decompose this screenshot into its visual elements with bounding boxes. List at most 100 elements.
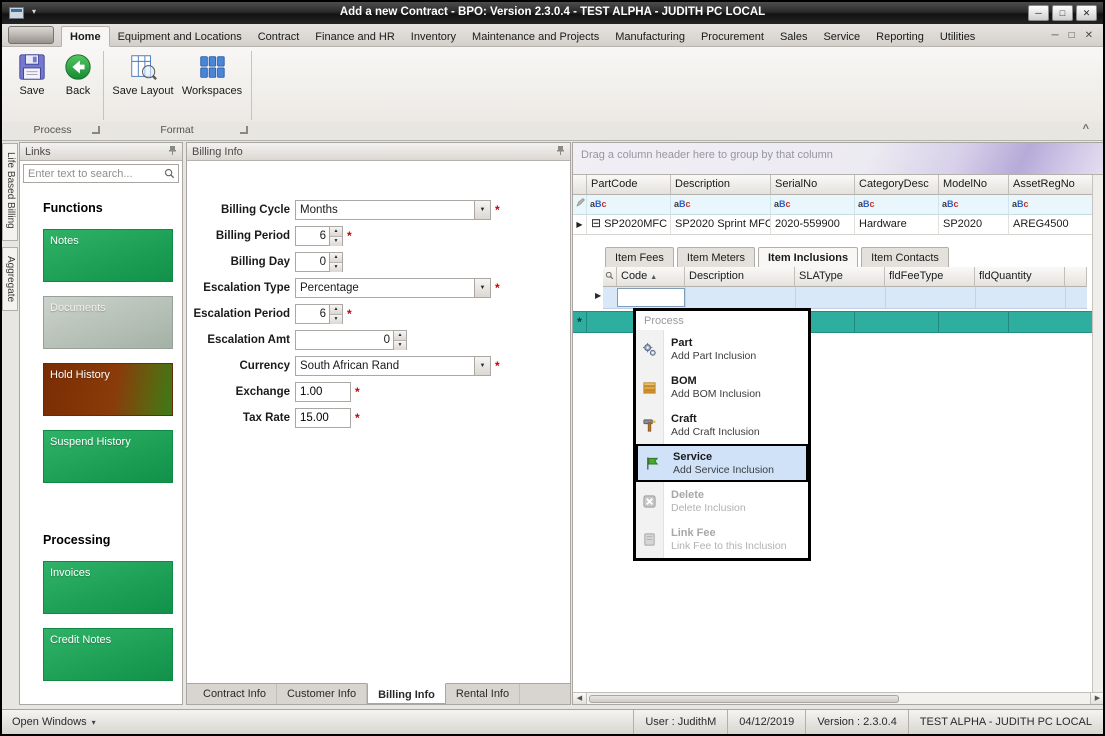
close-button[interactable]: ✕ bbox=[1076, 5, 1097, 21]
collapse-detail-icon[interactable]: ⊟ bbox=[591, 216, 601, 230]
column-header-categorydesc[interactable]: CategoryDesc bbox=[855, 175, 939, 195]
window-icon[interactable] bbox=[9, 7, 24, 22]
tile-invoices[interactable]: Invoices bbox=[43, 561, 173, 614]
ribbon-tab-contract[interactable]: Contract bbox=[250, 27, 308, 46]
grid-data-row[interactable]: ▶ ⊟SP2020MFC SP2020 Sprint MFC 2020-5599… bbox=[573, 215, 1093, 235]
detail-column-description[interactable]: Description bbox=[685, 267, 795, 287]
spinner-down-icon[interactable]: ▼ bbox=[330, 236, 342, 246]
format-dialog-launcher-icon[interactable] bbox=[240, 126, 248, 134]
maximize-button[interactable]: □ bbox=[1052, 5, 1073, 21]
tile-hold-history[interactable]: Hold History bbox=[43, 363, 173, 416]
tab-contract-info[interactable]: Contract Info bbox=[193, 684, 277, 704]
ribbon-tab-finance-and-hr[interactable]: Finance and HR bbox=[307, 27, 403, 46]
child-close-icon[interactable]: ✕ bbox=[1085, 30, 1093, 41]
dropdown-arrow-icon[interactable]: ▼ bbox=[474, 201, 490, 219]
column-header-modelno[interactable]: ModelNo bbox=[939, 175, 1009, 195]
detail-column-fldfeetype[interactable]: fldFeeType bbox=[885, 267, 975, 287]
billing-period-spinner[interactable]: 6 ▲▼ bbox=[295, 226, 343, 246]
cell-description[interactable]: SP2020 Sprint MFC bbox=[671, 215, 771, 235]
column-header-partcode[interactable]: PartCode bbox=[587, 175, 671, 195]
detail-tab-item-contacts[interactable]: Item Contacts bbox=[861, 247, 949, 268]
detail-tab-item-inclusions[interactable]: Item Inclusions bbox=[758, 247, 858, 268]
pin-icon[interactable] bbox=[168, 145, 177, 159]
application-button[interactable] bbox=[8, 26, 54, 44]
spinner-up-icon[interactable]: ▲ bbox=[394, 331, 406, 340]
ribbon-tab-home[interactable]: Home bbox=[61, 26, 110, 47]
back-button[interactable]: Back bbox=[56, 52, 100, 97]
detail-column-fldquantity[interactable]: fldQuantity bbox=[975, 267, 1065, 287]
spinner-up-icon[interactable]: ▲ bbox=[330, 253, 342, 262]
open-windows-dropdown[interactable]: Open Windows ▾ bbox=[2, 716, 106, 728]
process-dialog-launcher-icon[interactable] bbox=[92, 126, 100, 134]
spinner-up-icon[interactable]: ▲ bbox=[330, 227, 342, 236]
detail-code-editor[interactable] bbox=[617, 288, 685, 307]
filter-cell-categorydesc[interactable]: aBc bbox=[855, 195, 939, 215]
filter-cell-modelno[interactable]: aBc bbox=[939, 195, 1009, 215]
column-header-serialno[interactable]: SerialNo bbox=[771, 175, 855, 195]
group-by-drop-area[interactable]: Drag a column header here to group by th… bbox=[573, 143, 1104, 175]
tile-suspend-history[interactable]: Suspend History bbox=[43, 430, 173, 483]
menu-item-part[interactable]: PartAdd Part Inclusion bbox=[636, 330, 808, 368]
detail-column-code[interactable]: Code▲ bbox=[617, 267, 685, 287]
tab-rental-info[interactable]: Rental Info bbox=[446, 684, 520, 704]
detail-tab-item-fees[interactable]: Item Fees bbox=[605, 247, 674, 268]
minimize-button[interactable]: ─ bbox=[1028, 5, 1049, 21]
tile-documents[interactable]: Documents bbox=[43, 296, 173, 349]
ribbon-collapse-icon[interactable]: ^ bbox=[1083, 123, 1089, 135]
append-cell[interactable] bbox=[855, 312, 939, 332]
spinner-down-icon[interactable]: ▼ bbox=[394, 340, 406, 350]
tab-customer-info[interactable]: Customer Info bbox=[277, 684, 367, 704]
cell-serialno[interactable]: 2020-559900 bbox=[771, 215, 855, 235]
ribbon-tab-inventory[interactable]: Inventory bbox=[403, 27, 464, 46]
filter-cell-partcode[interactable]: aBc bbox=[587, 195, 671, 215]
search-icon[interactable] bbox=[164, 168, 175, 179]
sidebar-tab-aggregate[interactable]: Aggregate bbox=[2, 247, 18, 311]
scroll-left-icon[interactable]: ◀ bbox=[573, 693, 587, 704]
ribbon-tab-procurement[interactable]: Procurement bbox=[693, 27, 772, 46]
dropdown-arrow-icon[interactable]: ▼ bbox=[474, 357, 490, 375]
column-header-assetregno[interactable]: AssetRegNo bbox=[1009, 175, 1093, 195]
billing-day-spinner[interactable]: 0 ▲▼ bbox=[295, 252, 343, 272]
child-minimize-icon[interactable]: ─ bbox=[1051, 30, 1058, 41]
spinner-down-icon[interactable]: ▼ bbox=[330, 262, 342, 272]
currency-dropdown[interactable]: South African Rand ▼ bbox=[295, 356, 491, 376]
filter-cell-description[interactable]: aBc bbox=[671, 195, 771, 215]
ribbon-tab-manufacturing[interactable]: Manufacturing bbox=[607, 27, 693, 46]
scroll-right-icon[interactable]: ▶ bbox=[1090, 693, 1104, 704]
cell-partcode[interactable]: ⊟SP2020MFC bbox=[587, 215, 671, 235]
detail-tab-item-meters[interactable]: Item Meters bbox=[677, 247, 755, 268]
scrollbar-thumb[interactable] bbox=[589, 695, 899, 703]
filter-cell-serialno[interactable]: aBc bbox=[771, 195, 855, 215]
exchange-input[interactable] bbox=[295, 382, 351, 402]
append-cell[interactable] bbox=[1009, 312, 1093, 332]
append-cell[interactable] bbox=[939, 312, 1009, 332]
column-header-description[interactable]: Description bbox=[671, 175, 771, 195]
ribbon-tab-service[interactable]: Service bbox=[815, 27, 868, 46]
search-input[interactable] bbox=[24, 168, 164, 180]
ribbon-tab-utilities[interactable]: Utilities bbox=[932, 27, 983, 46]
detail-new-row[interactable] bbox=[603, 287, 1087, 309]
menu-item-service[interactable]: ServiceAdd Service Inclusion bbox=[636, 444, 808, 482]
workspaces-button[interactable]: Workspaces bbox=[180, 52, 244, 97]
grid-horizontal-scrollbar[interactable]: ◀ ▶ bbox=[573, 692, 1104, 704]
cell-categorydesc[interactable]: Hardware bbox=[855, 215, 939, 235]
menu-item-craft[interactable]: CraftAdd Craft Inclusion bbox=[636, 406, 808, 444]
ribbon-tab-reporting[interactable]: Reporting bbox=[868, 27, 932, 46]
menu-item-bom[interactable]: BOMAdd BOM Inclusion bbox=[636, 368, 808, 406]
titlebar-caret-icon[interactable]: ▾ bbox=[32, 7, 36, 16]
tab-billing-info[interactable]: Billing Info bbox=[367, 683, 446, 704]
ribbon-tab-sales[interactable]: Sales bbox=[772, 27, 816, 46]
save-layout-button[interactable]: Save Layout bbox=[110, 52, 176, 97]
pin-icon[interactable] bbox=[556, 145, 565, 159]
escalation-period-spinner[interactable]: 6 ▲▼ bbox=[295, 304, 343, 324]
sidebar-tab-life-based-billing[interactable]: Life Based Billing bbox=[2, 143, 18, 241]
save-button[interactable]: Save bbox=[10, 52, 54, 97]
cell-modelno[interactable]: SP2020 bbox=[939, 215, 1009, 235]
ribbon-tab-equipment-and-locations[interactable]: Equipment and Locations bbox=[110, 27, 250, 46]
detail-column-slatype[interactable]: SLAType bbox=[795, 267, 885, 287]
billing-cycle-dropdown[interactable]: Months ▼ bbox=[295, 200, 491, 220]
ribbon-tab-maintenance-and-projects[interactable]: Maintenance and Projects bbox=[464, 27, 607, 46]
tile-notes[interactable]: Notes bbox=[43, 229, 173, 282]
spinner-down-icon[interactable]: ▼ bbox=[330, 314, 342, 324]
escalation-amt-spinner[interactable]: 0 ▲▼ bbox=[295, 330, 407, 350]
